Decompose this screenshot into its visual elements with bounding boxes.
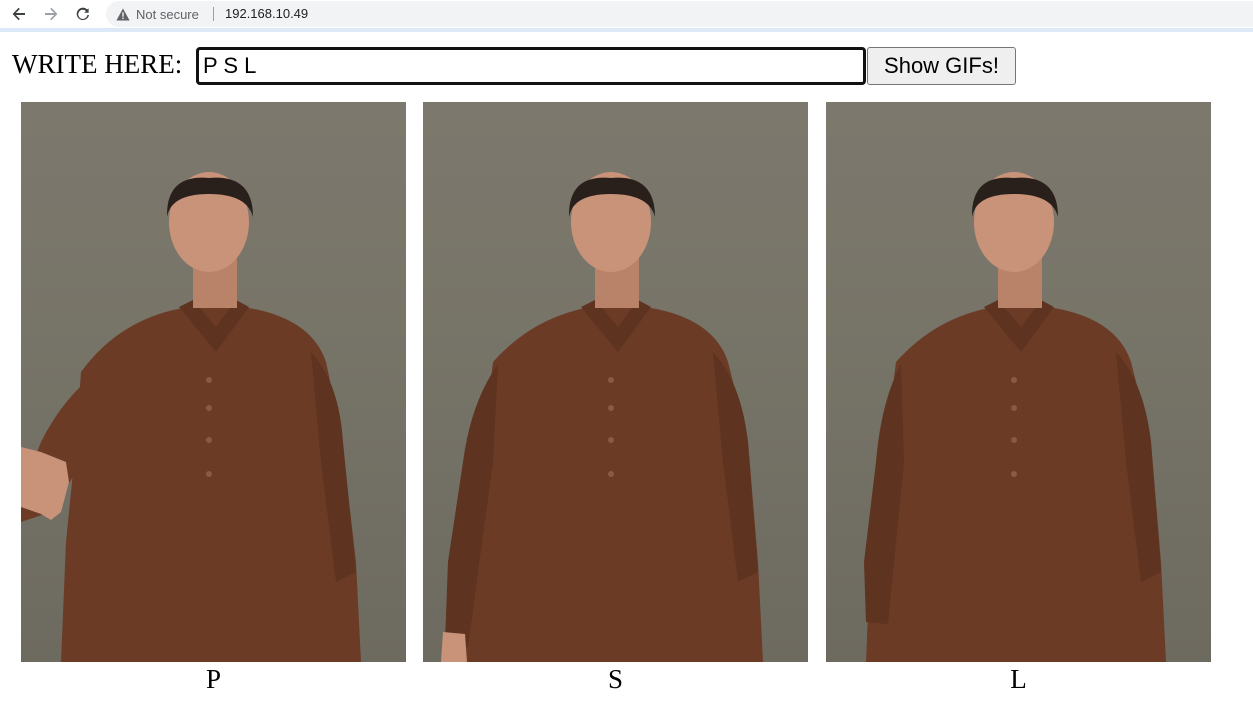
warning-icon: [116, 8, 130, 21]
reload-icon[interactable]: [72, 3, 94, 25]
gif-caption: L: [1010, 664, 1027, 694]
text-input[interactable]: [196, 47, 866, 85]
forward-arrow-icon[interactable]: [40, 3, 62, 25]
gif-tile-l: L: [826, 102, 1211, 695]
omnibox-divider: [213, 7, 214, 21]
gif-tile-s: S: [423, 102, 808, 695]
sign-gif-image: [826, 102, 1211, 662]
write-here-label: WRITE HERE:: [12, 49, 183, 79]
sign-gif-image: [423, 102, 808, 662]
show-gifs-button[interactable]: Show GIFs!: [867, 47, 1016, 85]
security-indicator[interactable]: Not secure: [116, 1, 199, 27]
browser-toolbar: Not secure 192.168.10.49: [0, 0, 1253, 32]
sign-gif-image: [21, 102, 406, 662]
gif-caption: P: [205, 664, 222, 694]
back-arrow-icon[interactable]: [8, 3, 30, 25]
address-bar[interactable]: Not secure 192.168.10.49: [106, 1, 1253, 27]
gif-tile-p: P: [21, 102, 406, 695]
gif-caption: S: [607, 664, 624, 694]
url-text[interactable]: 192.168.10.49: [225, 1, 308, 27]
security-label: Not secure: [136, 6, 199, 22]
